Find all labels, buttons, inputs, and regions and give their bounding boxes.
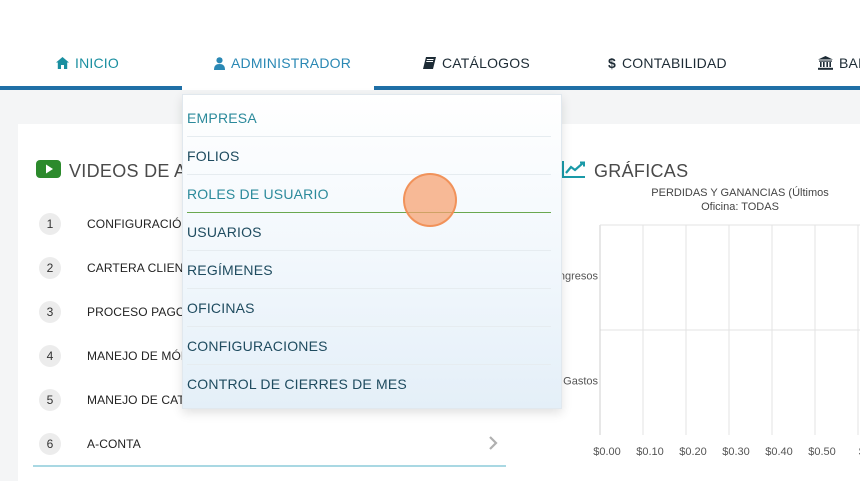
video-number-badge: 2 (39, 257, 61, 279)
user-icon (214, 56, 225, 70)
administrador-dropdown-menu: EMPRESA FOLIOS ROLES DE USUARIO USUARIOS… (182, 94, 562, 409)
nav-administrador-label: ADMINISTRADOR (231, 55, 352, 71)
nav-bancos[interactable]: BAN (818, 36, 860, 90)
nav-inicio-label: INICIO (75, 55, 119, 71)
list-bottom-border (33, 465, 506, 467)
graficas-section-title: GRÁFICAS (562, 160, 688, 183)
main-navbar: INICIO ADMINISTRADOR CATÁLOGOS $ CONTABI… (0, 36, 860, 90)
chevron-right-icon[interactable] (488, 435, 498, 456)
video-number-badge: 5 (39, 389, 61, 411)
nav-contabilidad[interactable]: $ CONTABILIDAD (608, 36, 727, 90)
videos-section-title: VIDEOS DE AY (36, 160, 197, 183)
graficas-title-text: GRÁFICAS (594, 161, 689, 181)
chart-x-tick-label: $0.30 (722, 446, 750, 458)
menu-item-control-de-cierres-de-mes[interactable]: CONTROL DE CIERRES DE MES (187, 365, 551, 403)
menu-item-usuarios[interactable]: USUARIOS (187, 213, 551, 251)
active-nav-indicator (182, 86, 374, 90)
video-label: MANEJO DE CATÁ (87, 393, 193, 407)
click-indicator (403, 173, 457, 227)
video-list-item[interactable]: 6 A-CONTA (36, 422, 506, 466)
chart-x-tick-label: $0.40 (765, 446, 793, 458)
chart-category-label: ngresos (559, 271, 599, 283)
youtube-play-icon (36, 160, 61, 183)
nav-contabilidad-label: CONTABILIDAD (622, 55, 727, 71)
home-icon (56, 57, 69, 69)
chart-category-label: Gastos (563, 376, 598, 388)
video-label: A-CONTA (87, 437, 141, 451)
video-number-badge: 6 (39, 433, 61, 455)
video-label: PROCESO PAGO I (87, 305, 193, 319)
nav-administrador[interactable]: ADMINISTRADOR (214, 36, 351, 90)
menu-item-regimenes[interactable]: REGÍMENES (187, 251, 551, 289)
menu-item-roles-de-usuario[interactable]: ROLES DE USUARIO (187, 175, 551, 213)
line-chart-icon (562, 160, 586, 183)
video-number-badge: 1 (39, 213, 61, 235)
nav-catalogos[interactable]: CATÁLOGOS (423, 36, 530, 90)
menu-item-oficinas[interactable]: OFICINAS (187, 289, 551, 327)
chart-x-tick-label: $0.20 (679, 446, 707, 458)
top-header-bar (0, 0, 860, 36)
chart-x-tick-label: $0.50 (808, 446, 836, 458)
chart-x-tick-label: $0.10 (636, 446, 664, 458)
nav-bancos-label: BAN (839, 55, 860, 71)
chart-x-tick-label: $0.00 (593, 446, 621, 458)
menu-item-folios[interactable]: FOLIOS (187, 137, 551, 175)
nav-catalogos-label: CATÁLOGOS (442, 55, 530, 71)
book-icon (423, 57, 436, 69)
menu-item-configuraciones[interactable]: CONFIGURACIONES (187, 327, 551, 365)
videos-title-text: VIDEOS DE AY (69, 161, 198, 181)
nav-inicio[interactable]: INICIO (56, 36, 119, 90)
bank-icon (818, 56, 833, 70)
video-label: MANEJO DE MÓD (87, 349, 190, 363)
pl-chart: $0.00$0.10$0.20$0.30$0.40$0.50$0ngresosG… (559, 224, 860, 458)
video-number-badge: 4 (39, 345, 61, 367)
video-number-badge: 3 (39, 301, 61, 323)
video-label: CARTERA CLIENT (87, 261, 191, 275)
chart-title-line: PERDIDAS Y GANANCIAS (Últimos (651, 187, 829, 199)
video-label: CONFIGURACIÓN (87, 217, 191, 231)
menu-item-empresa[interactable]: EMPRESA (187, 99, 551, 137)
dollar-icon: $ (608, 55, 616, 71)
